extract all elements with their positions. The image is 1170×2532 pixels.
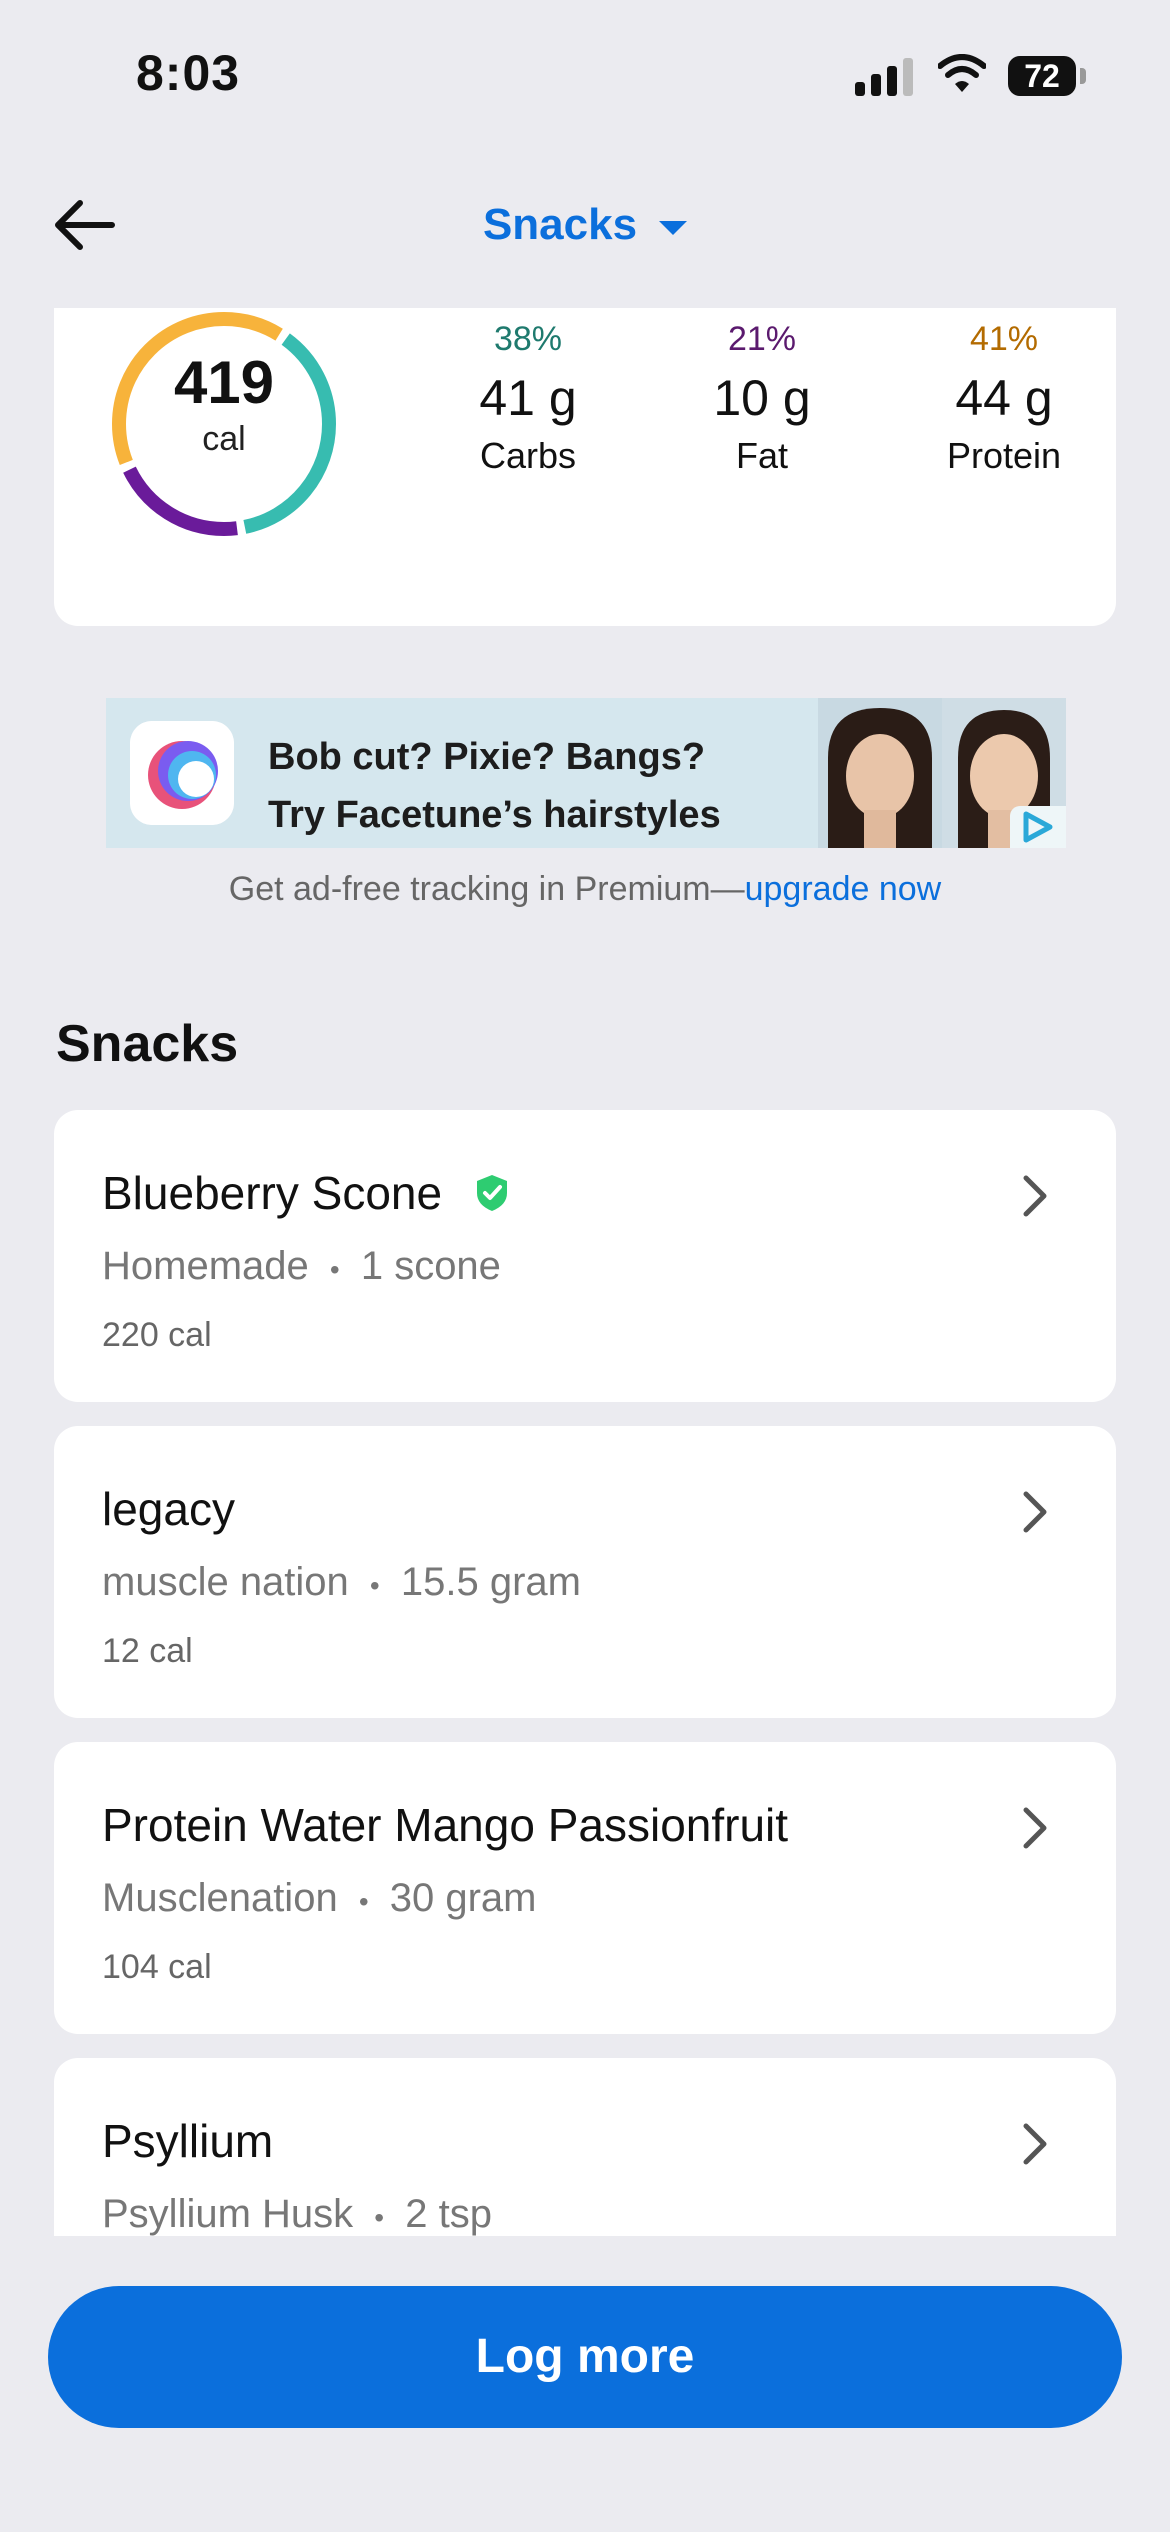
macro-label: Carbs <box>479 435 577 476</box>
food-brand: Musclenation <box>102 1876 338 1920</box>
chevron-right-icon <box>1023 2123 1047 2165</box>
food-details: Psyllium Husk • 2 tsp <box>102 2192 492 2236</box>
macro-grams: 41 g <box>479 370 577 426</box>
caret-down-icon <box>659 221 688 235</box>
upgrade-now-link[interactable]: upgrade now <box>745 870 942 908</box>
separator-dot: • <box>358 1886 369 1917</box>
ad-line-1: Bob cut? Pixie? Bangs? <box>268 736 706 778</box>
food-name-row: Blueberry Scone <box>102 1166 510 1220</box>
ad-banner[interactable]: Bob cut? Pixie? Bangs? Try Facetune’s ha… <box>106 698 1066 848</box>
food-serving: 15.5 gram <box>400 1560 581 1604</box>
log-more-button[interactable]: Log more <box>48 2286 1122 2428</box>
food-calories: 12 cal <box>102 1632 193 1670</box>
separator-dot: • <box>329 1254 340 1285</box>
macro-label: Protein <box>946 435 1062 476</box>
ad-photo-bob <box>818 698 942 848</box>
nav-bar: Snacks <box>0 170 1170 280</box>
ad-headline: Bob cut? Pixie? Bangs? Try Facetune’s ha… <box>268 728 721 844</box>
calories-value: 419 <box>173 349 275 416</box>
battery-icon: 72 <box>1008 56 1076 96</box>
premium-upsell-note: Get ad-free tracking in Premium—upgrade … <box>0 870 1170 909</box>
facetune-logo-icon <box>130 721 234 825</box>
food-serving: 30 gram <box>389 1876 537 1920</box>
macro-percent: 21% <box>727 320 797 358</box>
food-name: Psyllium <box>102 2115 274 2167</box>
separator-dot: • <box>374 2202 385 2233</box>
chevron-right-icon <box>1023 1175 1047 1217</box>
food-brand: Psyllium Husk <box>102 2192 354 2236</box>
food-brand: Homemade <box>102 1244 309 1288</box>
meal-title: Snacks <box>482 200 638 249</box>
food-details: Musclenation • 30 gram <box>102 1876 537 1921</box>
wifi-icon <box>938 54 986 92</box>
status-time: 8:03 <box>136 45 241 101</box>
macro-fat: 21% 10 g Fat <box>652 320 872 477</box>
battery-cap <box>1080 68 1086 84</box>
food-calories: 104 cal <box>102 1948 212 1986</box>
macro-grams: 10 g <box>713 370 811 426</box>
chevron-right-icon <box>1023 1491 1047 1533</box>
food-name-row: Psyllium <box>102 2114 273 2168</box>
food-name: legacy <box>102 1483 235 1535</box>
status-bar: 8:03 72 <box>0 0 1170 150</box>
food-item-card[interactable]: Blueberry Scone Homemade • 1 scone 220 c… <box>54 1110 1116 1402</box>
calorie-ring: 419 cal <box>108 308 340 540</box>
adchoices-icon[interactable] <box>1010 806 1066 848</box>
section-title: Snacks <box>56 1015 239 1073</box>
food-name-row: legacy <box>102 1482 235 1536</box>
food-calories: 220 cal <box>102 1316 212 1354</box>
macro-label: Fat <box>735 435 788 476</box>
ad-line-2: Try Facetune’s hairstyles <box>268 794 721 836</box>
food-item-card[interactable]: Protein Water Mango Passionfruit Musclen… <box>54 1742 1116 2034</box>
nutrition-summary-card: 419 cal 38% 41 g Carbs 21% 10 g Fat 41% … <box>54 308 1116 626</box>
food-item-card[interactable]: Psyllium Psyllium Husk • 2 tsp <box>54 2058 1116 2236</box>
food-serving: 1 scone <box>360 1244 501 1288</box>
macro-percent: 41% <box>969 320 1039 358</box>
food-serving: 2 tsp <box>405 2192 492 2236</box>
cellular-signal-icon <box>855 58 915 96</box>
food-item-card[interactable]: legacy muscle nation • 15.5 gram 12 cal <box>54 1426 1116 1718</box>
food-name: Protein Water Mango Passionfruit <box>102 1799 789 1851</box>
macro-carbs: 38% 41 g Carbs <box>418 320 638 477</box>
food-details: Homemade • 1 scone <box>102 1244 501 1289</box>
food-list: Blueberry Scone Homemade • 1 scone 220 c… <box>0 1100 1170 2236</box>
calories-unit: cal <box>202 420 246 458</box>
chevron-right-icon <box>1023 1807 1047 1849</box>
verified-shield-icon <box>477 1175 508 1211</box>
macro-grams: 44 g <box>955 370 1053 426</box>
macro-percent: 38% <box>493 320 563 358</box>
meal-dropdown[interactable]: Snacks <box>482 200 688 250</box>
food-name: Blueberry Scone <box>102 1167 443 1219</box>
food-details: muscle nation • 15.5 gram <box>102 1560 581 1605</box>
food-brand: muscle nation <box>102 1560 349 1604</box>
food-name-row: Protein Water Mango Passionfruit <box>102 1798 788 1852</box>
macro-protein: 41% 44 g Protein <box>894 320 1114 477</box>
upsell-text: Get ad-free tracking in Premium— <box>228 870 745 908</box>
meal-selector: Snacks <box>0 200 1170 250</box>
separator-dot: • <box>369 1570 380 1601</box>
